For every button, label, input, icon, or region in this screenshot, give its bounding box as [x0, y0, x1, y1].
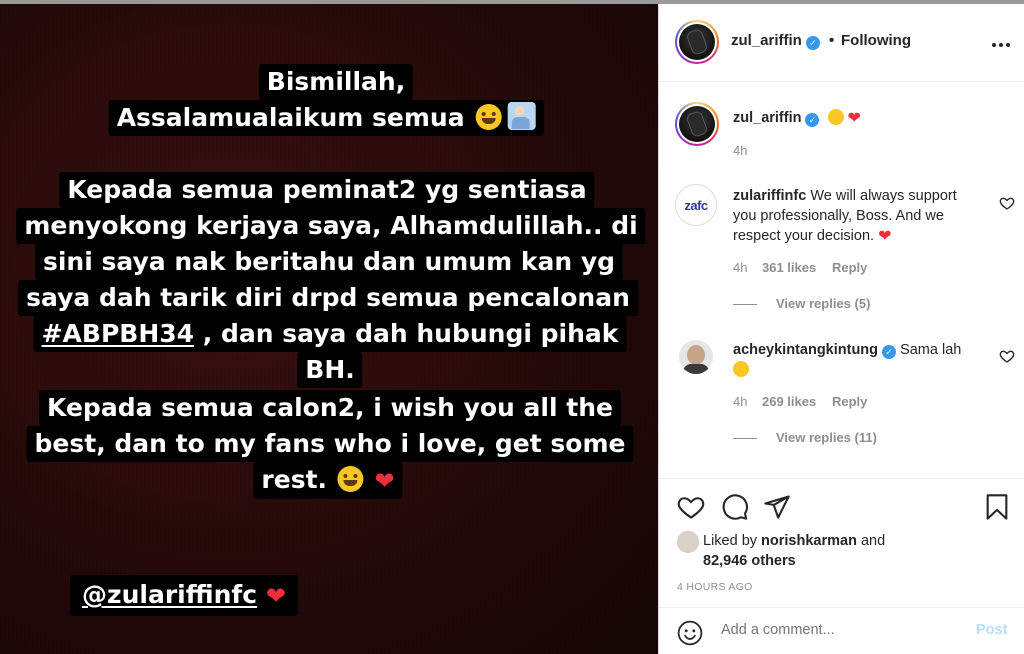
comment-input[interactable] [721, 622, 961, 638]
post-actions: Liked by norishkarman and 82,946 others … [659, 478, 1024, 654]
author-avatar[interactable] [675, 20, 719, 64]
heart-emoji-icon: ❤ [847, 110, 861, 127]
post-timestamp[interactable]: 4 HOURS AGO [677, 581, 753, 593]
post-sidebar: zul_ariffin ✓ • Following zul_ariffin ✓ ❤ … [658, 4, 1024, 654]
view-replies-button[interactable]: View replies (5) [776, 296, 870, 311]
add-comment-bar: Post [659, 607, 1024, 654]
liker-username[interactable]: norishkarman [761, 533, 857, 549]
wink-emoji-icon [827, 109, 844, 125]
story-line: best, dan to my fans who i love, get som… [26, 426, 634, 462]
hashtag-link[interactable]: #ABPBH34 [42, 319, 194, 348]
grinning-emoji-icon [475, 104, 502, 130]
comment-time: 4h [733, 260, 748, 275]
verified-badge-icon: ✓ [882, 345, 897, 359]
view-replies-button[interactable]: View replies (11) [776, 430, 877, 445]
like-comment-heart-icon[interactable] [999, 195, 1015, 211]
story-line: rest. ❤ [253, 462, 403, 499]
commenter-avatar[interactable]: zafc [675, 184, 717, 226]
comment-username[interactable]: acheykintangkintung [733, 342, 878, 358]
view-replies-line [733, 438, 757, 439]
comment-time: 4h [733, 394, 748, 409]
caption-username[interactable]: zul_ariffin [733, 110, 801, 126]
reply-button[interactable]: Reply [832, 394, 867, 409]
heart-emoji-icon: ❤ [878, 228, 892, 245]
smiling-emoji-icon [337, 466, 364, 492]
comment-text: zulariffinfc We will always support you … [733, 188, 957, 245]
story-line: Kepada semua peminat2 yg sentiasa [59, 172, 595, 208]
post-comment-button[interactable]: Post [976, 622, 1007, 638]
story-line: menyokong kerjaya saya, Alhamdulillah.. … [16, 208, 646, 244]
laughing-emoji-icon [733, 361, 749, 377]
story-line: Bismillah, [258, 64, 414, 100]
comment-likes[interactable]: 361 likes [762, 260, 816, 275]
following-button[interactable]: Following [841, 32, 911, 49]
raising-hand-emoji-icon [507, 102, 536, 130]
story-line: BH. [297, 352, 363, 388]
like-comment-heart-icon[interactable] [999, 348, 1015, 364]
post-header: zul_ariffin ✓ • Following [659, 4, 1024, 82]
comment-username[interactable]: zulariffinfc [733, 188, 806, 204]
reply-button[interactable]: Reply [832, 260, 867, 275]
separator-dot: • [829, 32, 835, 49]
author-username[interactable]: zul_ariffin ✓ [731, 32, 820, 50]
story-line: #ABPBH34 , dan saya dah hubungi pihak [33, 316, 627, 352]
story-line: Assalamualaikum semua [108, 100, 544, 136]
caption-avatar[interactable] [675, 102, 719, 146]
share-paper-plane-icon[interactable] [763, 493, 791, 521]
story-line: sini saya nak beritahu dan umum kan yg [34, 244, 624, 280]
verified-badge-icon: ✓ [805, 36, 820, 50]
commenter-avatar[interactable] [679, 340, 713, 374]
heart-emoji-icon: ❤ [265, 582, 286, 610]
caption-text: zul_ariffin ✓ ❤ [733, 108, 861, 129]
comment-text: acheykintangkintung ✓ Sama lah [733, 340, 993, 380]
verified-badge-icon: ✓ [805, 113, 820, 127]
story-mention: @zulariffinfc ❤ [70, 575, 298, 616]
post-image[interactable]: Bismillah, Assalamualaikum semua Kepada … [0, 4, 658, 654]
save-bookmark-icon[interactable] [983, 493, 1011, 521]
like-heart-icon[interactable] [677, 493, 705, 521]
heart-emoji-icon: ❤ [374, 467, 395, 495]
view-replies-line [733, 304, 757, 305]
emoji-picker-icon[interactable] [677, 620, 703, 646]
liker-avatar[interactable] [677, 531, 699, 553]
others-likes-link[interactable]: 82,946 others [703, 553, 796, 569]
story-line: saya dah tarik diri drpd semua pencalona… [18, 280, 638, 316]
comment-bubble-icon[interactable] [721, 493, 749, 521]
likes-summary: Liked by norishkarman and 82,946 others [703, 533, 886, 569]
comment-likes[interactable]: 269 likes [762, 394, 816, 409]
story-line: Kepada semua calon2, i wish you all the [39, 390, 621, 426]
more-options-icon[interactable] [991, 34, 1011, 54]
caption-time: 4h [733, 143, 748, 158]
